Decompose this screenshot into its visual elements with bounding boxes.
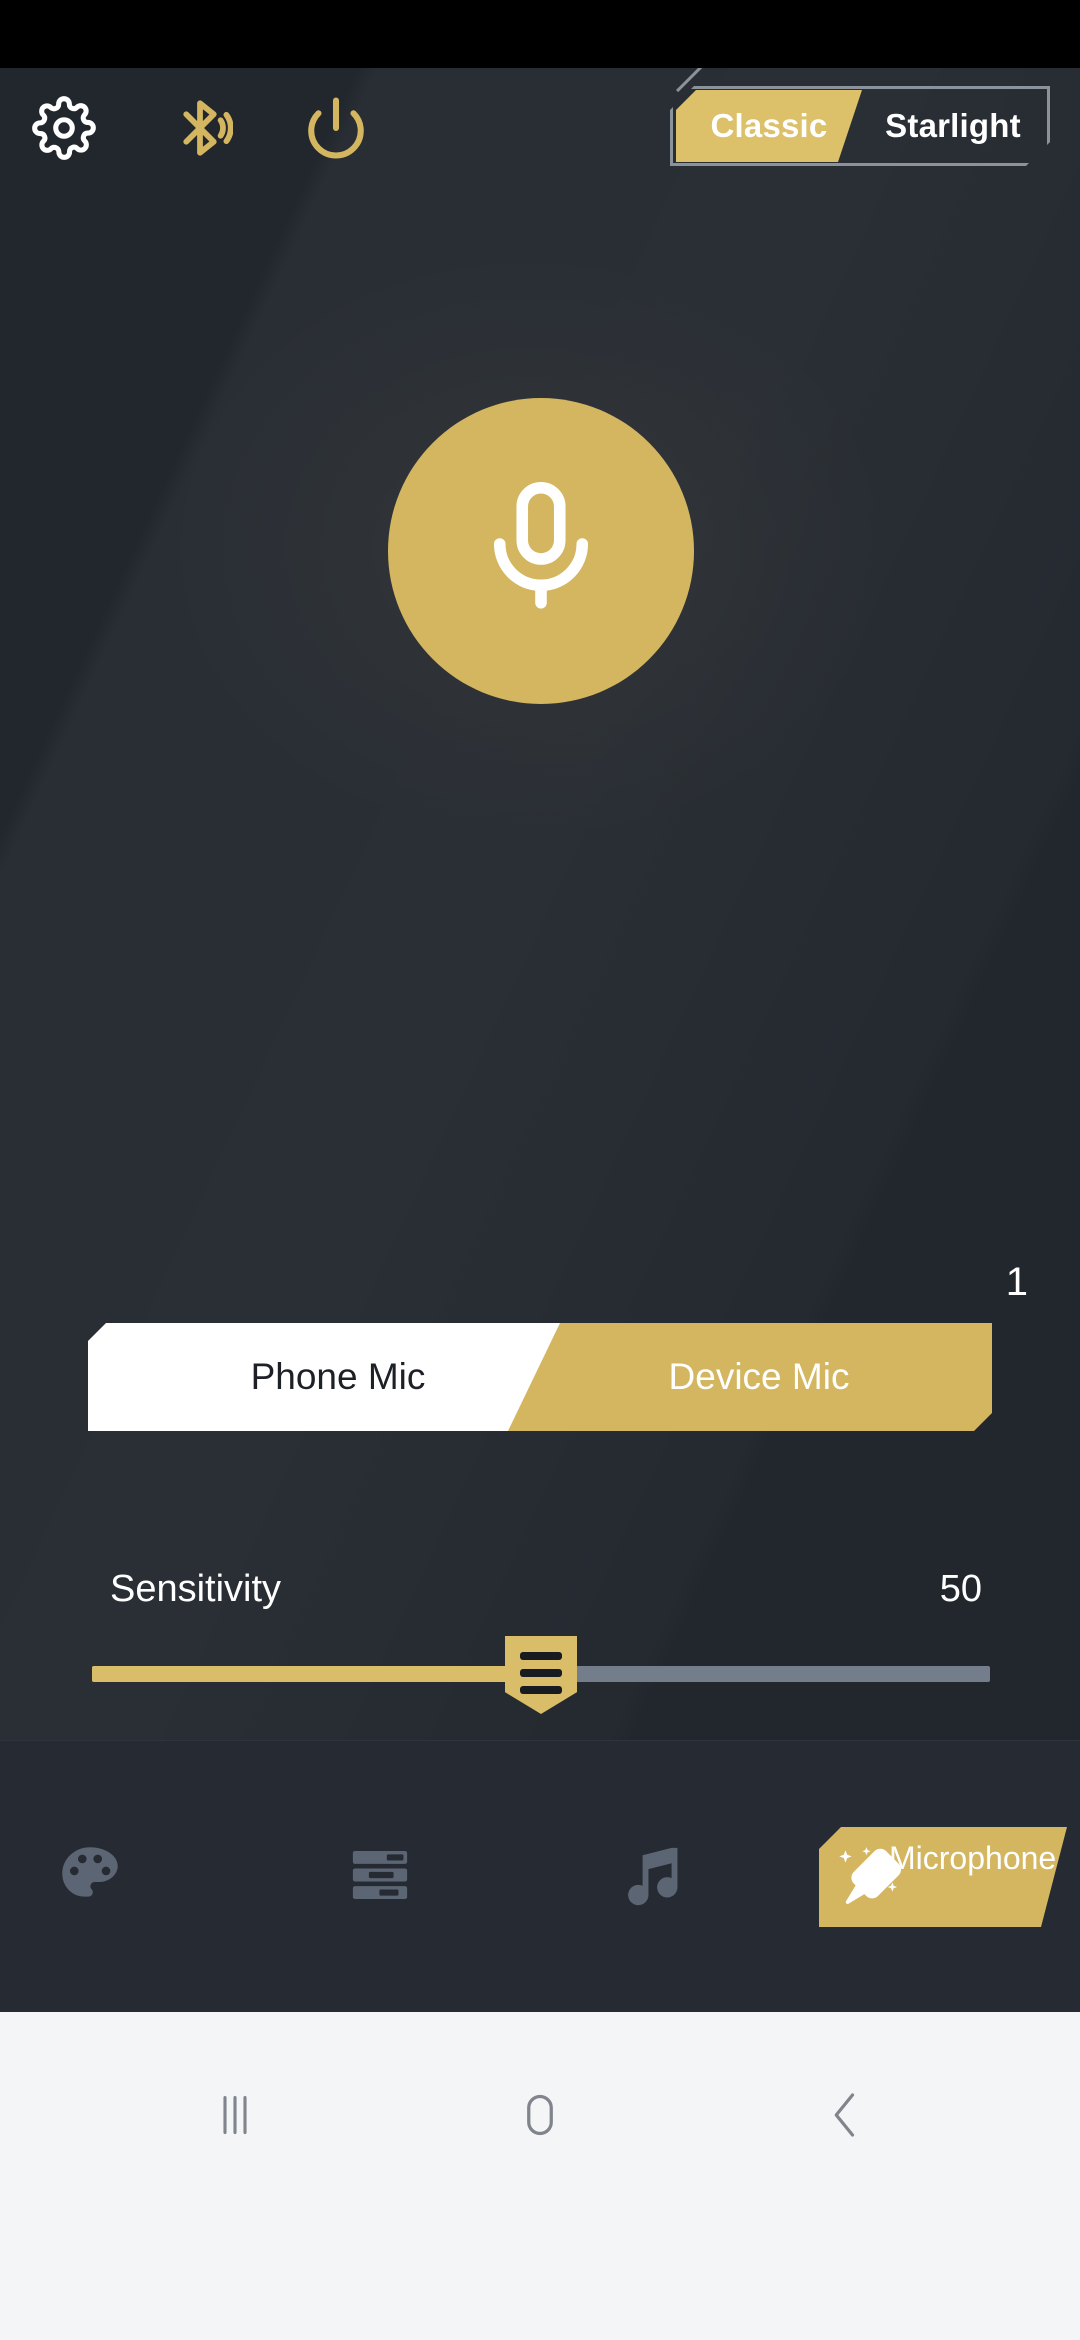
thumb-grip-line bbox=[520, 1686, 562, 1694]
nav-item-equalizer[interactable] bbox=[290, 1741, 470, 2012]
bluetooth-button[interactable] bbox=[156, 86, 244, 174]
theme-option-classic-label: Classic bbox=[710, 107, 828, 144]
home-button[interactable] bbox=[445, 2012, 635, 2222]
equalizer-icon bbox=[343, 1838, 417, 1917]
app-content: Classic Starlight 1 Phone Mic Device Mic… bbox=[0, 68, 1080, 2012]
power-button[interactable] bbox=[292, 86, 380, 174]
system-navigation-bar bbox=[0, 2012, 1080, 2340]
microphone-toggle-button[interactable] bbox=[388, 398, 694, 704]
back-icon bbox=[815, 2085, 875, 2150]
theme-toggle[interactable]: Classic Starlight bbox=[670, 68, 1050, 166]
source-count-label: 1 bbox=[1005, 1260, 1028, 1304]
sensitivity-value: 50 bbox=[939, 1568, 982, 1610]
nav-item-music[interactable] bbox=[560, 1741, 740, 2012]
sensitivity-header: Sensitivity 50 bbox=[92, 1568, 992, 1628]
sensitivity-label: Sensitivity bbox=[110, 1568, 282, 1610]
back-button[interactable] bbox=[750, 2012, 940, 2222]
palette-icon bbox=[53, 1838, 127, 1917]
sensitivity-slider-thumb[interactable] bbox=[505, 1636, 577, 1714]
mic-source-option-phone-label: Phone Mic bbox=[250, 1356, 426, 1397]
microphone-icon bbox=[466, 474, 616, 629]
mic-source-option-device[interactable]: Device Mic bbox=[486, 1323, 992, 1431]
mic-source-option-device-label: Device Mic bbox=[668, 1356, 850, 1397]
home-icon bbox=[510, 2085, 570, 2150]
bottom-nav: Microphone bbox=[0, 1740, 1080, 2012]
thumb-grip-line bbox=[520, 1669, 562, 1677]
thumb-grip-line bbox=[520, 1652, 562, 1660]
mic-source-toggle[interactable]: Phone Mic Device Mic bbox=[88, 1323, 992, 1431]
sensitivity-slider[interactable] bbox=[92, 1636, 990, 1714]
sensitivity-control: Sensitivity 50 bbox=[92, 1568, 992, 1728]
nav-item-microphone-label: Microphone bbox=[889, 1840, 1057, 1876]
nav-item-microphone[interactable]: Microphone bbox=[818, 1741, 1068, 2012]
power-icon bbox=[303, 95, 369, 166]
theme-option-classic[interactable]: Classic bbox=[676, 90, 862, 162]
music-note-icon bbox=[613, 1838, 687, 1917]
settings-button[interactable] bbox=[20, 86, 108, 174]
recents-icon bbox=[205, 2085, 265, 2150]
nav-item-theme[interactable] bbox=[0, 1741, 180, 2012]
gear-icon bbox=[32, 95, 96, 165]
bluetooth-icon bbox=[167, 95, 234, 166]
recents-button[interactable] bbox=[140, 2012, 330, 2222]
mic-source-option-phone[interactable]: Phone Mic bbox=[88, 1323, 588, 1431]
status-bar bbox=[0, 0, 1080, 68]
theme-option-starlight-label: Starlight bbox=[885, 107, 1021, 144]
phone-screen: Classic Starlight 1 Phone Mic Device Mic… bbox=[0, 0, 1080, 2340]
top-bar: Classic Starlight bbox=[0, 68, 1080, 186]
nav-item-microphone-chip[interactable]: Microphone bbox=[819, 1827, 1067, 1927]
theme-option-starlight[interactable]: Starlight bbox=[860, 90, 1046, 162]
sensitivity-slider-fill bbox=[92, 1666, 541, 1682]
